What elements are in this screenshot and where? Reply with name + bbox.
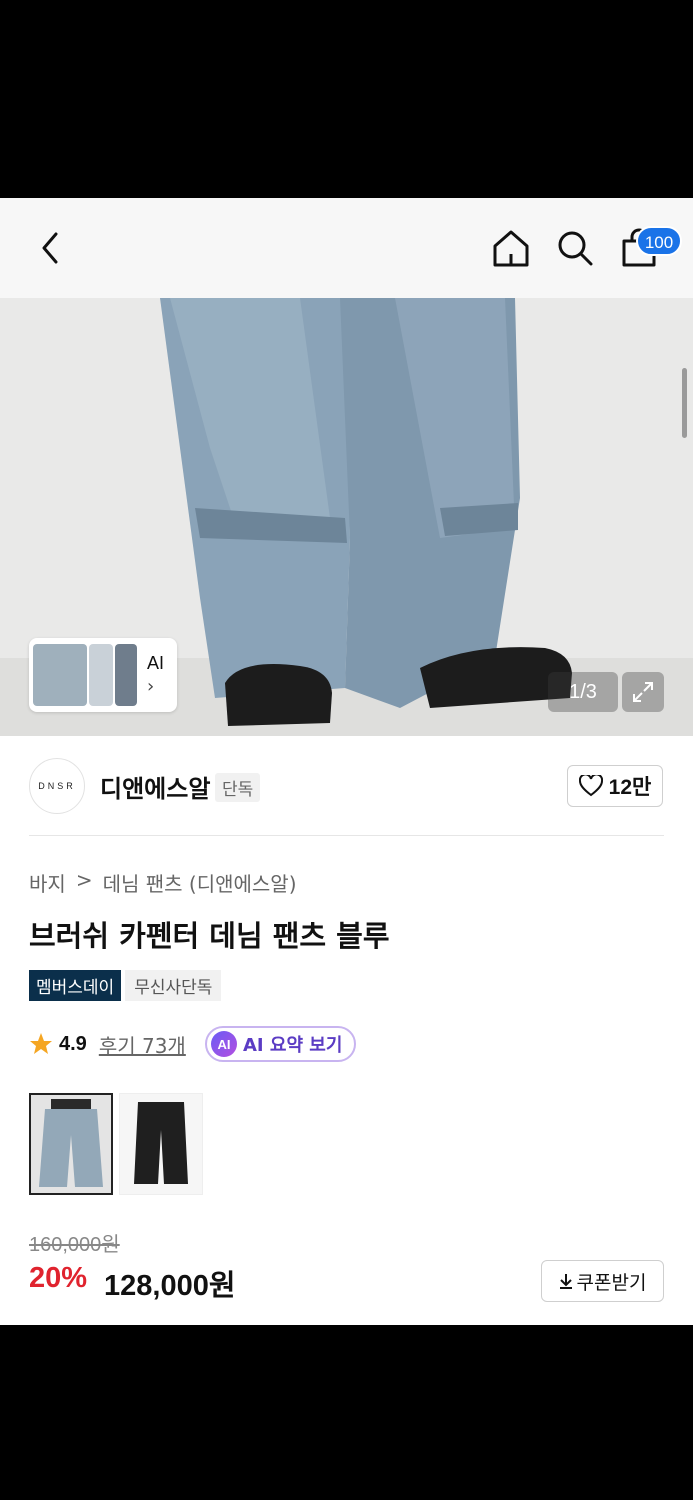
- ai-icon: AI: [211, 1031, 237, 1057]
- home-button[interactable]: [489, 226, 533, 270]
- expand-icon: [633, 682, 653, 702]
- ai-similar-thumbnails[interactable]: AI ›: [29, 638, 177, 712]
- thumbnail-image: [89, 644, 113, 706]
- product-title: 브러쉬 카펜터 데님 팬츠 블루: [29, 919, 390, 953]
- search-icon: [558, 231, 593, 266]
- image-counter: 1/3: [548, 672, 618, 712]
- back-button[interactable]: [28, 226, 72, 270]
- brand-logo[interactable]: DNSR: [29, 758, 85, 814]
- breadcrumb-subcategory[interactable]: 데님 팬츠 (디앤에스알): [103, 868, 297, 897]
- product-screen: 100 AI › 1/3 DNSR 디앤에스알 단독 12만 바지 > 데님 팬…: [0, 198, 693, 1325]
- members-day-tag: 멤버스데이: [29, 970, 122, 1001]
- coupon-label: 쿠폰받기: [576, 1271, 647, 1294]
- divider: [29, 835, 664, 836]
- product-tags: 멤버스데이 무신사단독: [29, 970, 222, 1001]
- swatch-image: [120, 1094, 202, 1194]
- heart-icon: [578, 775, 603, 797]
- color-swatch-black[interactable]: [119, 1093, 203, 1195]
- search-button[interactable]: [553, 226, 597, 270]
- chevron-right-icon: ›: [147, 676, 155, 697]
- download-icon: [559, 1274, 572, 1289]
- ai-summary-button[interactable]: AI AI 요약 보기: [205, 1026, 357, 1062]
- breadcrumb-category[interactable]: 바지: [29, 868, 66, 897]
- ai-summary-label: AI 요약 보기: [243, 1035, 343, 1056]
- rating-row: 4.9 후기 73개: [29, 1026, 186, 1062]
- swatch-image: [31, 1095, 111, 1193]
- reviews-link[interactable]: 후기 73개: [99, 1030, 186, 1059]
- discount-rate: 20%: [29, 1262, 88, 1294]
- top-nav-bar: 100: [0, 198, 693, 298]
- sale-price: 128,000원: [104, 1270, 236, 1302]
- brand-name[interactable]: 디앤에스알: [100, 769, 210, 804]
- like-button[interactable]: 12만: [567, 765, 663, 807]
- like-count: 12만: [608, 776, 652, 799]
- coupon-button[interactable]: 쿠폰받기: [541, 1260, 664, 1302]
- product-image-gallery[interactable]: AI › 1/3: [0, 298, 693, 736]
- chevron-left-icon: [42, 232, 58, 264]
- breadcrumb: 바지 > 데님 팬츠 (디앤에스알): [29, 868, 297, 897]
- color-swatch-blue[interactable]: [29, 1093, 113, 1195]
- ai-label: AI: [147, 653, 165, 673]
- musinsa-exclusive-tag: 무신사단독: [125, 970, 222, 1001]
- cart-count-badge: 100: [636, 226, 682, 256]
- breadcrumb-separator: >: [75, 868, 93, 892]
- exclusive-badge: 단독: [215, 773, 261, 802]
- thumbnail-image: [33, 644, 87, 706]
- star-icon: [30, 1033, 52, 1054]
- thumbnail-image: [115, 644, 137, 706]
- home-icon: [493, 230, 529, 267]
- rating-score: 4.9: [59, 1032, 87, 1055]
- page-scrollbar[interactable]: [682, 368, 687, 438]
- original-price: 160,000원: [29, 1234, 120, 1256]
- fullscreen-button[interactable]: [622, 672, 664, 712]
